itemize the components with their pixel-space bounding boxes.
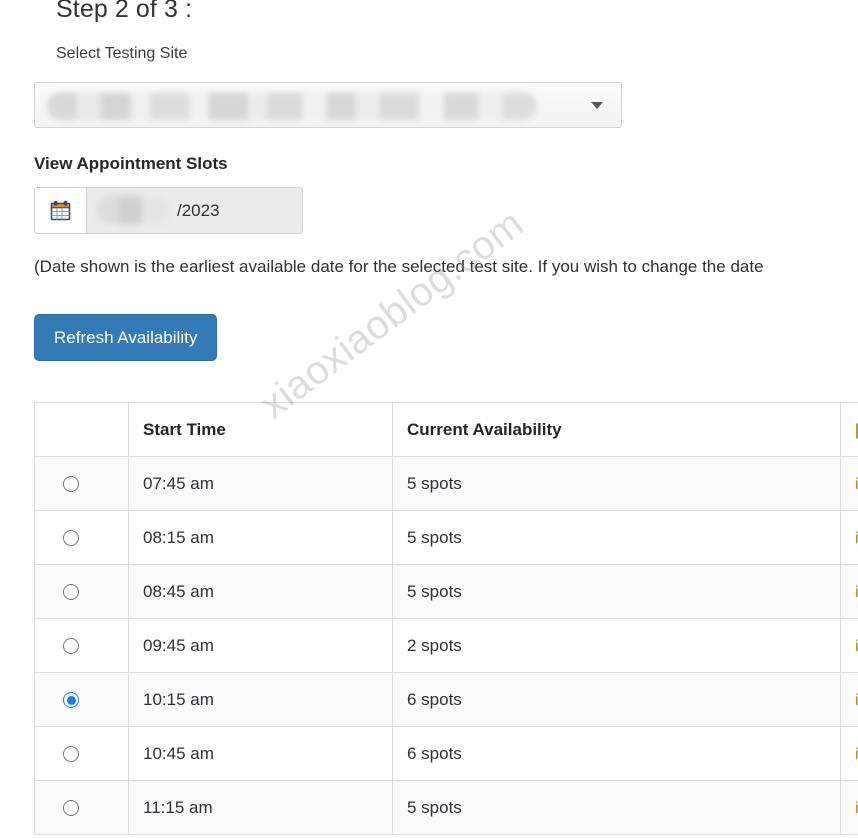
calendar-icon (50, 201, 71, 221)
slot-extra-cell: i (840, 672, 858, 727)
slot-start-time: 08:15 am (128, 510, 393, 565)
slot-extra-cell: i (840, 510, 858, 565)
slot-radio-button[interactable] (63, 746, 79, 763)
select-testing-site-label: Select Testing Site (56, 45, 188, 62)
date-input-group[interactable]: /2023 (34, 187, 303, 234)
slot-start-time: 09:45 am (128, 618, 393, 673)
calendar-icon-button[interactable] (35, 188, 87, 233)
table-row[interactable]: 11:15 am 5 spots i (34, 780, 858, 835)
slot-start-time: 10:45 am (128, 726, 393, 781)
slot-start-time: 10:15 am (128, 672, 393, 727)
slot-availability: 5 spots (392, 780, 841, 835)
view-appointment-slots-heading: View Appointment Slots (34, 154, 228, 173)
slot-select-cell[interactable] (34, 780, 129, 835)
slot-select-cell[interactable] (34, 510, 129, 565)
date-input[interactable]: /2023 (87, 188, 302, 233)
slot-radio-button[interactable] (63, 638, 79, 655)
table-row[interactable]: 08:15 am 5 spots i (34, 510, 858, 565)
testing-site-select[interactable] (34, 82, 622, 128)
slot-radio-button[interactable] (63, 800, 79, 817)
slot-availability: 2 spots (392, 618, 841, 673)
redacted-site-value (47, 92, 537, 120)
slot-select-cell[interactable] (34, 672, 129, 727)
date-help-note: (Date shown is the earliest available da… (34, 257, 764, 276)
slot-radio-button[interactable] (63, 692, 79, 709)
column-header-select (34, 402, 129, 457)
slot-extra-cell: i (840, 456, 858, 511)
appointment-slots-table-container: Start Time Current Availability | 07:45 … (34, 402, 858, 838)
page-title: Step 2 of 3 : (56, 0, 193, 23)
column-header-start-time: Start Time (128, 402, 393, 457)
table-row[interactable]: 07:45 am 5 spots i (34, 456, 858, 511)
table-row[interactable]: 08:45 am 5 spots i (34, 564, 858, 619)
table-row[interactable]: 09:45 am 2 spots i (34, 618, 858, 673)
table-row[interactable]: 10:45 am 6 spots i (34, 726, 858, 781)
slot-availability: 6 spots (392, 672, 841, 727)
slot-radio-button[interactable] (63, 530, 79, 547)
slot-availability: 5 spots (392, 510, 841, 565)
redacted-date-part (97, 196, 169, 224)
slot-radio-button[interactable] (63, 476, 79, 493)
slot-availability: 6 spots (392, 726, 841, 781)
date-value: /2023 (177, 200, 220, 220)
chevron-down-icon (591, 102, 603, 109)
refresh-availability-button[interactable]: Refresh Availability (34, 314, 218, 361)
slot-extra-cell: i (840, 726, 858, 781)
column-header-extra: | (840, 402, 858, 457)
slot-radio-button[interactable] (63, 584, 79, 601)
slot-extra-cell: i (840, 564, 858, 619)
table-header-row: Start Time Current Availability | (34, 402, 858, 457)
table-row[interactable]: 10:15 am 6 spots i (34, 672, 858, 727)
slot-select-cell[interactable] (34, 618, 129, 673)
slot-start-time: 11:15 am (128, 780, 393, 835)
slot-select-cell[interactable] (34, 564, 129, 619)
slot-select-cell[interactable] (34, 456, 129, 511)
table-body: 07:45 am 5 spots i 08:15 am 5 spots i 08:45 am… (34, 456, 858, 835)
slot-availability: 5 spots (392, 456, 841, 511)
column-header-current-availability: Current Availability (392, 402, 841, 457)
slot-extra-cell: i (840, 780, 858, 835)
page-root: Step 2 of 3 : Select Testing Site View A… (0, 0, 858, 838)
slot-start-time: 08:45 am (128, 564, 393, 619)
appointment-slots-table: Start Time Current Availability | 07:45 … (34, 402, 858, 835)
slot-availability: 5 spots (392, 564, 841, 619)
watermark: xiaoxiaoblog.com (252, 201, 532, 428)
slot-extra-cell: i (840, 618, 858, 673)
slot-start-time: 07:45 am (128, 456, 393, 511)
table-head: Start Time Current Availability | (34, 402, 858, 457)
slot-select-cell[interactable] (34, 726, 129, 781)
